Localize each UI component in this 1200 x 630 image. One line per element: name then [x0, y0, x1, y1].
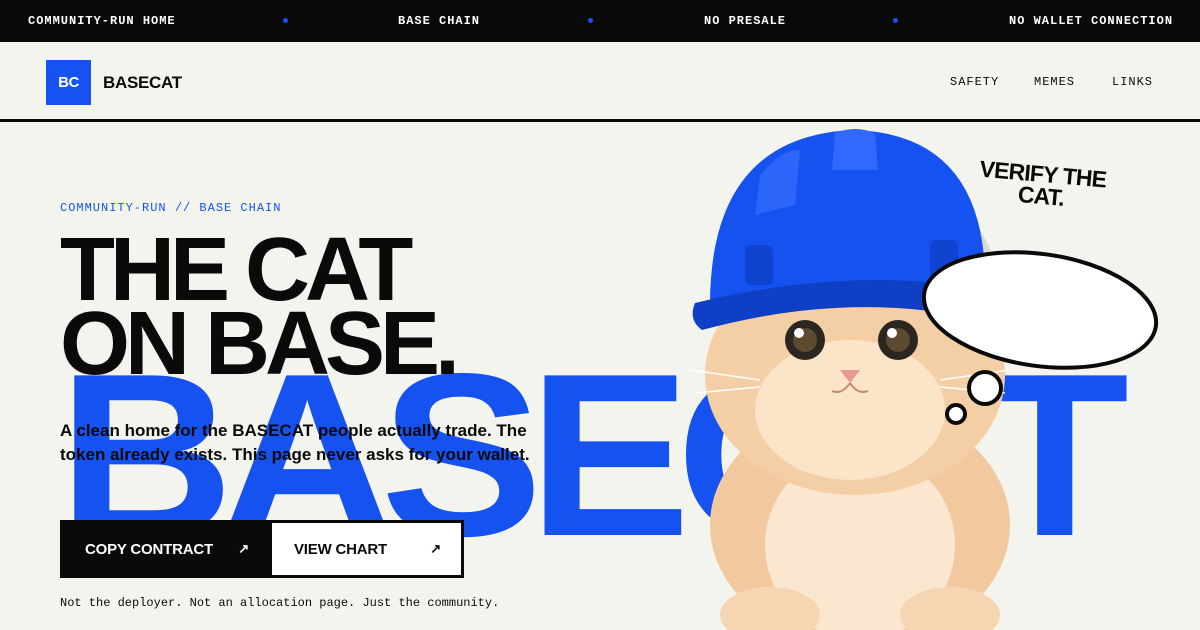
headline-line-2: ON BASE.: [60, 294, 460, 394]
ticker-dot: [588, 18, 593, 23]
hero-footnote: Not the deployer. Not an allocation page…: [60, 596, 500, 610]
view-chart-button[interactable]: VIEW CHART ↗: [269, 520, 464, 578]
ticker-item-no-presale: NO PRESALE: [704, 14, 787, 28]
nav-link-safety[interactable]: SAFETY: [950, 75, 999, 89]
hero-headline: THE CAT ON BASE.: [60, 225, 460, 394]
hero-description: A clean home for the BASECAT people actu…: [60, 421, 530, 464]
site-header: BC BASECAT SAFETY MEMES LINKS: [0, 42, 1200, 122]
ticker-item-base-chain: BASE CHAIN: [398, 14, 481, 28]
hero-kicker: COMMUNITY-RUN // BASE CHAIN: [60, 201, 282, 215]
announcement-ticker: COMMUNITY-RUN HOME BASE CHAIN NO PRESALE…: [0, 0, 1200, 42]
logo-badge[interactable]: BC: [46, 60, 91, 105]
ticker-dot: [893, 18, 898, 23]
arrow-up-right-icon: ↗: [430, 541, 441, 556]
nav-link-memes[interactable]: MEMES: [1034, 75, 1075, 89]
brand-name[interactable]: BASECAT: [103, 73, 182, 93]
ticker-item-community: COMMUNITY-RUN HOME: [28, 14, 176, 28]
ticker-item-no-wallet: NO WALLET CONNECTION: [1009, 14, 1174, 28]
nav-link-links[interactable]: LINKS: [1112, 75, 1153, 89]
copy-contract-label: COPY CONTRACT: [85, 540, 213, 558]
ticker-dot: [283, 18, 288, 23]
arrow-up-right-icon: ↗: [238, 541, 249, 556]
view-chart-label: VIEW CHART: [294, 540, 387, 558]
copy-contract-button[interactable]: COPY CONTRACT ↗: [60, 520, 272, 578]
